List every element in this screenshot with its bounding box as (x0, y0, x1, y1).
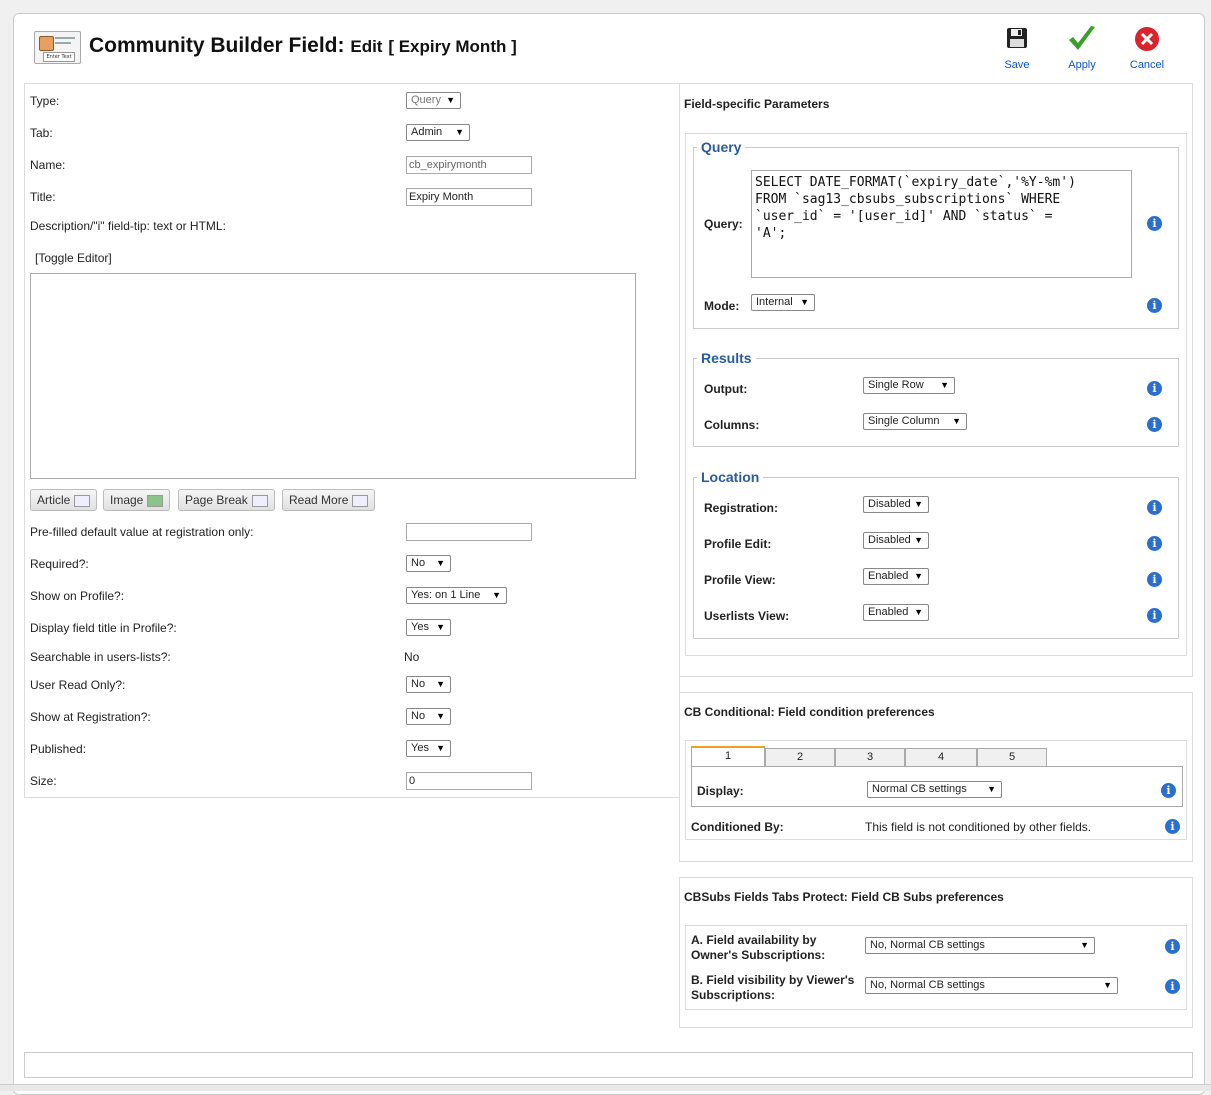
userlists-view-label: Userlists View: (704, 609, 790, 623)
cbsubs-title: CBSubs Fields Tabs Protect: Field CB Sub… (684, 890, 1004, 904)
registration-select[interactable]: Disabled ▼ (863, 496, 929, 513)
tab-label: Tab: (30, 126, 53, 140)
columns-label: Columns: (704, 418, 760, 432)
profile-edit-label: Profile Edit: (704, 537, 772, 551)
info-icon[interactable]: i (1147, 381, 1162, 396)
output-label: Output: (704, 382, 748, 396)
type-select[interactable]: Query ▼ (406, 92, 461, 109)
searchable-label: Searchable in users-lists?: (30, 650, 171, 664)
display-title-select[interactable]: Yes ▼ (406, 619, 451, 636)
userlists-view-select[interactable]: Enabled ▼ (863, 604, 929, 621)
info-icon[interactable]: i (1165, 939, 1180, 954)
cb-field-logo-icon: Enter Text (34, 31, 81, 64)
tab-select[interactable]: Admin ▼ (406, 124, 470, 141)
published-label: Published: (30, 742, 87, 756)
visibility-label-line2: Subscriptions: (691, 988, 776, 1002)
info-icon[interactable]: i (1147, 572, 1162, 587)
article-button[interactable]: Article (30, 489, 98, 511)
required-select[interactable]: No ▼ (406, 555, 451, 572)
page-break-icon (251, 494, 268, 507)
required-label: Required?: (30, 557, 89, 571)
toggle-editor-link[interactable]: [Toggle Editor] (35, 251, 112, 265)
info-icon[interactable]: i (1147, 298, 1162, 313)
field-params-title: Field-specific Parameters (684, 97, 830, 111)
info-icon[interactable]: i (1147, 608, 1162, 623)
cancel-button[interactable]: Cancel (1117, 24, 1177, 72)
floppy-disk-icon (1007, 28, 1027, 48)
columns-select[interactable]: Single Column ▼ (863, 413, 967, 430)
visibility-label-line1: B. Field visibility by Viewer's (691, 973, 855, 987)
read-only-select[interactable]: No ▼ (406, 676, 451, 693)
visibility-select[interactable]: No, Normal CB settings ▼ (865, 977, 1118, 994)
cancel-x-icon (1135, 27, 1159, 51)
results-legend: Results (697, 350, 756, 366)
tab-5[interactable]: 5 (977, 748, 1047, 766)
mode-select[interactable]: Internal ▼ (751, 294, 815, 311)
output-select[interactable]: Single Row ▼ (863, 377, 955, 394)
image-button[interactable]: Image (103, 489, 171, 511)
availability-label-line2: Owner's Subscriptions: (691, 948, 826, 962)
conditioned-by-value: This field is not conditioned by other f… (865, 820, 1092, 834)
show-profile-select[interactable]: Yes: on 1 Line ▼ (406, 587, 507, 604)
title-input[interactable]: Expiry Month (406, 188, 532, 206)
tab-3[interactable]: 3 (835, 748, 905, 766)
size-label: Size: (30, 774, 57, 788)
availability-select[interactable]: No, Normal CB settings ▼ (865, 937, 1095, 954)
read-more-button[interactable]: Read More (282, 489, 376, 511)
prefilled-input[interactable] (406, 523, 532, 541)
apply-button[interactable]: Apply (1052, 24, 1112, 72)
query-textarea[interactable]: SELECT DATE_FORMAT(`expiry_date`,'%Y-%m'… (751, 170, 1132, 278)
image-icon (147, 494, 164, 507)
availability-label-line1: A. Field availability by (691, 933, 817, 947)
show-registration-select[interactable]: No ▼ (406, 708, 451, 725)
query-legend: Query (697, 139, 746, 155)
info-icon[interactable]: i (1147, 500, 1162, 515)
title-label: Title: (30, 190, 56, 204)
location-legend: Location (697, 469, 764, 485)
page-title: Community Builder Field: Edit [ Expiry M… (89, 34, 517, 57)
searchable-value: No (404, 650, 420, 664)
size-input[interactable]: 0 (406, 772, 532, 790)
read-only-label: User Read Only?: (30, 678, 126, 692)
article-icon (74, 494, 91, 507)
footer-bar (24, 1052, 1193, 1078)
name-label: Name: (30, 158, 66, 172)
profile-view-select[interactable]: Enabled ▼ (863, 568, 929, 585)
profile-edit-select[interactable]: Disabled ▼ (863, 532, 929, 549)
type-label: Type: (30, 94, 60, 108)
info-icon[interactable]: i (1161, 783, 1176, 798)
show-profile-label: Show on Profile?: (30, 589, 125, 603)
tab-4[interactable]: 4 (905, 748, 977, 766)
name-input[interactable]: cb_expirymonth (406, 156, 532, 174)
page-break-button[interactable]: Page Break (178, 489, 275, 511)
registration-label: Registration: (704, 501, 779, 515)
description-label: Description/"i" field-tip: text or HTML: (30, 219, 226, 233)
cancel-label: Cancel (1129, 59, 1165, 71)
published-select[interactable]: Yes ▼ (406, 740, 451, 757)
profile-view-label: Profile View: (704, 573, 776, 587)
show-registration-label: Show at Registration?: (30, 710, 151, 724)
conditioned-by-label: Conditioned By: (691, 820, 784, 834)
info-icon[interactable]: i (1147, 536, 1162, 551)
query-label: Query: (704, 217, 743, 231)
display-label: Display: (697, 784, 744, 798)
info-icon[interactable]: i (1165, 819, 1180, 834)
info-icon[interactable]: i (1147, 216, 1162, 231)
tab-2[interactable]: 2 (765, 748, 835, 766)
info-icon[interactable]: i (1147, 417, 1162, 432)
display-select[interactable]: Normal CB settings ▼ (867, 781, 1002, 798)
results-fieldset (693, 358, 1179, 447)
save-button[interactable]: Save (987, 24, 1047, 72)
display-title-label: Display field title in Profile?: (30, 621, 177, 635)
info-icon[interactable]: i (1165, 979, 1180, 994)
checkmark-icon (1069, 26, 1095, 50)
cb-conditional-title: CB Conditional: Field condition preferen… (684, 705, 935, 719)
read-more-icon (352, 494, 369, 507)
tab-1[interactable]: 1 (691, 746, 765, 767)
apply-label: Apply (1068, 59, 1096, 71)
description-editor[interactable] (30, 273, 636, 479)
save-label: Save (1004, 59, 1030, 71)
prefilled-label: Pre-filled default value at registration… (30, 525, 254, 539)
mode-label: Mode: (704, 299, 740, 313)
